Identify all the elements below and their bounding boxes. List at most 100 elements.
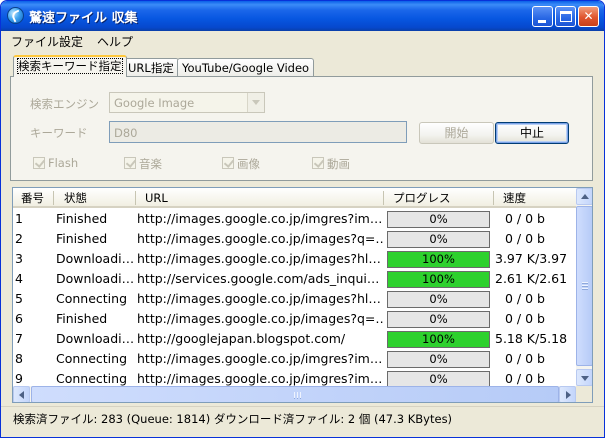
- vertical-scroll-thumb[interactable]: [576, 206, 592, 366]
- vertical-scrollbar[interactable]: [576, 188, 592, 386]
- scroll-up-button[interactable]: [576, 188, 592, 205]
- title-bar[interactable]: 鷲速ファイル 収集 ✕: [1, 1, 604, 31]
- minimize-icon: [538, 20, 546, 23]
- menu-help[interactable]: ヘルプ: [97, 33, 133, 50]
- progress-bar: 100%: [387, 331, 490, 348]
- table-row[interactable]: 4 Downloadi… http://services.google.com/ad…: [13, 269, 576, 289]
- progress-bar: 0%: [387, 311, 490, 328]
- column-header-url[interactable]: URL: [137, 188, 168, 208]
- status-bar: 検索済ファイル: 283 (Queue: 1814) ダウンロード済ファイル: …: [1, 406, 604, 428]
- table-row[interactable]: 8 Connecting http://images.google.co.jp/im…: [13, 349, 576, 369]
- progress-text: 100%: [422, 332, 455, 346]
- engine-label: 検索エンジン: [30, 97, 99, 111]
- grip-icon: [582, 285, 588, 286]
- scroll-down-button[interactable]: [576, 369, 592, 386]
- cell-url: http://images.google.co.jp/images?hl…: [137, 251, 381, 266]
- menu-settings[interactable]: 設定: [59, 33, 83, 50]
- progress-text: 100%: [422, 252, 455, 266]
- checkbox-icon: [124, 157, 136, 169]
- cell-speed: 0 / 0 b: [505, 351, 545, 366]
- cell-speed: 5.18 K/5.18: [495, 331, 568, 346]
- progress-text: 0%: [429, 212, 448, 226]
- progress-text: 0%: [429, 312, 448, 326]
- column-header-number[interactable]: 番号: [13, 188, 44, 208]
- menu-file[interactable]: ファイル: [11, 33, 59, 50]
- cell-speed: 0 / 0 b: [505, 311, 545, 326]
- tab-keyword-search[interactable]: 検索キーワード指定: [13, 55, 127, 77]
- cell-url: http://services.google.com/ads_inqui…: [137, 271, 380, 286]
- cell-status: Downloadi…: [56, 251, 134, 266]
- progress-bar: 0%: [387, 211, 490, 228]
- maximize-button[interactable]: [555, 6, 576, 27]
- close-button[interactable]: ✕: [578, 6, 599, 27]
- column-divider[interactable]: [383, 191, 384, 205]
- cell-speed: 3.97 K/3.97: [495, 251, 568, 266]
- horizontal-scrollbar[interactable]: [13, 386, 576, 402]
- cell-number: 8: [15, 351, 23, 366]
- cell-status: Downloadi…: [56, 331, 134, 346]
- grip-icon: [300, 392, 301, 398]
- table-row[interactable]: 7 Downloadi… http://googlejapan.blogspot.c…: [13, 329, 576, 349]
- progress-text: 0%: [429, 232, 448, 246]
- table-row[interactable]: 6 Finished http://images.google.co.jp/imag…: [13, 309, 576, 329]
- list-header: 番号 状態 URL プログレス 速度: [13, 188, 576, 208]
- cell-status: Downloadi…: [56, 271, 134, 286]
- checkbox-icon: [33, 157, 45, 169]
- column-header-progress[interactable]: プログレス: [385, 188, 451, 208]
- close-icon: ✕: [583, 9, 594, 23]
- column-divider[interactable]: [135, 191, 136, 205]
- cell-url: http://images.google.co.jp/images?q=…: [137, 311, 383, 326]
- status-text: 検索済ファイル: 283 (Queue: 1814) ダウンロード済ファイル: …: [13, 412, 453, 426]
- grip-icon: [582, 288, 588, 289]
- cell-speed: 0 / 0 b: [505, 231, 545, 246]
- table-row[interactable]: 2 Finished http://images.google.co.jp/imag…: [13, 229, 576, 249]
- cell-status: Finished: [56, 231, 108, 246]
- progress-bar: 0%: [387, 291, 490, 308]
- scrollbar-corner: [576, 386, 592, 402]
- scroll-right-button[interactable]: [559, 386, 576, 402]
- table-row[interactable]: 5 Connecting http://images.google.co.jp/im…: [13, 289, 576, 309]
- cell-number: 6: [15, 311, 23, 326]
- progress-bar: 0%: [387, 351, 490, 368]
- table-row[interactable]: 1 Finished http://images.google.co.jp/imgr…: [13, 209, 576, 229]
- search-engine-select[interactable]: Google Image: [109, 92, 265, 113]
- progress-bar: 100%: [387, 271, 490, 288]
- progress-text: 0%: [429, 352, 448, 366]
- progress-bar: 0%: [387, 231, 490, 248]
- download-list[interactable]: 番号 状態 URL プログレス 速度 1 Finished http://image…: [12, 187, 593, 403]
- cell-number: 5: [15, 291, 23, 306]
- progress-text: 100%: [422, 272, 455, 286]
- cell-number: 1: [15, 211, 23, 226]
- cell-speed: 2.61 K/2.61: [495, 271, 568, 286]
- progress-text: 0%: [429, 372, 448, 386]
- cell-url: http://googlejapan.blogspot.com/: [137, 331, 346, 346]
- cell-number: 3: [15, 251, 23, 266]
- cell-number: 2: [15, 231, 23, 246]
- maximize-icon: [560, 11, 572, 22]
- cell-number: 4: [15, 271, 23, 286]
- cell-url: http://images.google.co.jp/images?hl…: [137, 291, 381, 306]
- minimize-button[interactable]: [532, 6, 553, 27]
- column-divider[interactable]: [493, 191, 494, 205]
- tab-youtube-google-video[interactable]: YouTube/Google Video: [177, 58, 315, 78]
- app-icon[interactable]: [7, 7, 24, 24]
- cell-speed: 0 / 0 b: [505, 211, 545, 226]
- tab-url[interactable]: URL指定: [123, 58, 179, 78]
- stop-button[interactable]: 中止: [495, 122, 569, 144]
- column-divider[interactable]: [53, 191, 54, 205]
- cell-speed: 0 / 0 b: [505, 291, 545, 306]
- checkbox-icon: [222, 157, 234, 169]
- scroll-left-button[interactable]: [13, 386, 30, 402]
- cell-status: Finished: [56, 311, 108, 326]
- table-row[interactable]: 3 Downloadi… http://images.google.co.jp/im…: [13, 249, 576, 269]
- start-button[interactable]: 開始: [419, 122, 494, 144]
- column-header-status[interactable]: 状態: [56, 188, 87, 208]
- keyword-input[interactable]: D80: [109, 121, 407, 143]
- grip-icon: [294, 392, 295, 398]
- horizontal-scroll-thumb[interactable]: [31, 386, 559, 402]
- window-title: 鷲速ファイル 収集: [29, 11, 138, 26]
- column-header-speed[interactable]: 速度: [495, 188, 526, 208]
- grip-icon: [297, 392, 298, 398]
- cell-url: http://images.google.co.jp/images?q=…: [137, 231, 383, 246]
- chevron-down-icon[interactable]: [247, 93, 264, 112]
